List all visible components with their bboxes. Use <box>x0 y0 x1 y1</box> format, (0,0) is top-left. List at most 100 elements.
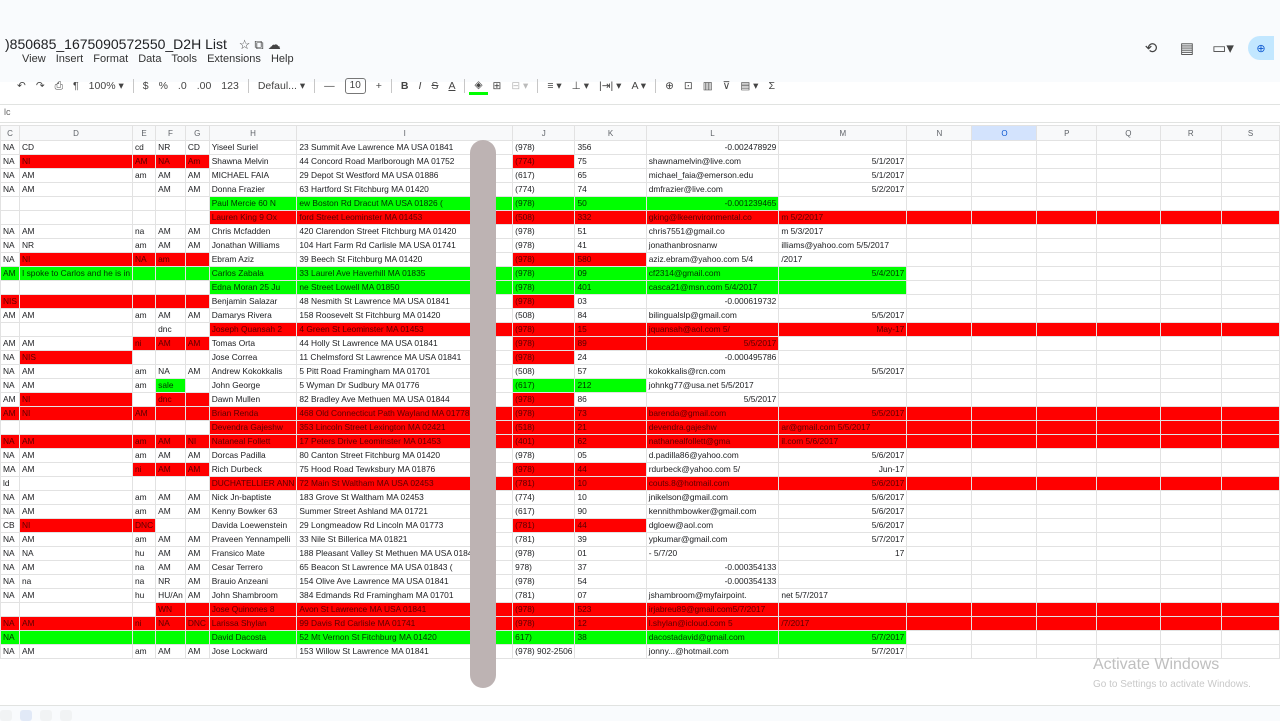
cell-h[interactable]: Nataneal Follett <box>208 434 298 449</box>
cell-g[interactable] <box>184 196 210 211</box>
cell-m[interactable]: /7/2017 <box>778 616 908 631</box>
meet-icon[interactable]: ▭▾ <box>1212 37 1234 59</box>
cell-r[interactable] <box>1159 308 1222 323</box>
cell-s[interactable] <box>1221 644 1280 659</box>
cell-e[interactable]: am <box>131 238 157 253</box>
decrease-decimal-button[interactable]: .0 <box>173 76 192 96</box>
cell-h[interactable]: Donna Frazier <box>208 182 298 197</box>
cell-m[interactable] <box>778 392 908 407</box>
cell-m[interactable] <box>778 574 908 589</box>
cell-m[interactable]: m 5/2/2017 <box>778 210 908 225</box>
cell-j[interactable]: (781) <box>512 476 576 491</box>
cell-c[interactable]: NA <box>0 224 20 239</box>
cell-j[interactable]: 978) <box>512 560 576 575</box>
cell-o[interactable] <box>971 182 1038 197</box>
cell-k[interactable]: 90 <box>574 504 647 519</box>
cell-o[interactable] <box>971 504 1038 519</box>
cell-g[interactable]: AM <box>184 448 210 463</box>
cell-o[interactable] <box>971 630 1038 645</box>
cell-o[interactable] <box>971 518 1038 533</box>
cell-n[interactable] <box>906 476 973 491</box>
cell-f[interactable]: AM <box>155 168 186 183</box>
cell-p[interactable] <box>1036 294 1098 309</box>
cell-r[interactable] <box>1159 588 1222 603</box>
menu-extensions[interactable]: Extensions <box>207 53 261 65</box>
cell-q[interactable] <box>1096 434 1161 449</box>
cell-h[interactable]: Kenny Bowker 63 <box>208 504 298 519</box>
font-select[interactable]: Defaul... ▾ <box>253 76 310 96</box>
cell-r[interactable] <box>1159 434 1222 449</box>
cell-h[interactable]: Jose Lockward <box>208 644 298 659</box>
cell-r[interactable] <box>1159 532 1222 547</box>
cell-e[interactable]: na <box>131 574 157 589</box>
cell-s[interactable] <box>1221 252 1280 267</box>
cell-r[interactable] <box>1159 154 1222 169</box>
cell-l[interactable]: jonathanbrosnanw <box>645 238 780 253</box>
cell-n[interactable] <box>906 224 973 239</box>
cell-k[interactable]: 09 <box>574 266 647 281</box>
cell-j[interactable]: (774) <box>512 154 576 169</box>
cell-f[interactable] <box>155 280 186 295</box>
cell-r[interactable] <box>1159 210 1222 225</box>
cell-l[interactable]: gking@lkeenvironmental.co <box>645 210 780 225</box>
cell-f[interactable]: AM <box>155 644 186 659</box>
cell-s[interactable] <box>1221 238 1280 253</box>
cell-p[interactable] <box>1036 210 1098 225</box>
cell-f[interactable]: AM <box>155 238 186 253</box>
cell-k[interactable]: 10 <box>574 490 647 505</box>
cell-e[interactable]: am <box>131 644 157 659</box>
cell-e[interactable] <box>131 350 157 365</box>
menu-help[interactable]: Help <box>271 53 294 65</box>
cell-j[interactable]: (518) <box>512 420 576 435</box>
cell-r[interactable] <box>1159 616 1222 631</box>
cell-n[interactable] <box>906 574 973 589</box>
cell-h[interactable]: Nick Jn-baptiste <box>208 490 298 505</box>
cloud-status-icon[interactable]: ☁ <box>268 37 285 52</box>
cell-l[interactable]: d.padilla86@yahoo.com <box>645 448 780 463</box>
cell-g[interactable] <box>184 322 210 337</box>
cell-e[interactable] <box>131 182 157 197</box>
cell-k[interactable]: 523 <box>574 602 647 617</box>
cell-s[interactable] <box>1221 364 1280 379</box>
cell-d[interactable]: AM <box>18 434 133 449</box>
column-header-s[interactable]: S <box>1221 125 1280 141</box>
cell-h[interactable]: MICHAEL FAIA <box>208 168 298 183</box>
move-icon[interactable]: ⧉ <box>254 37 267 52</box>
cell-q[interactable] <box>1096 560 1161 575</box>
spreadsheet-grid[interactable]: CDEFGHIJKLMNOPQRS NA CD cd NR CD Yiseel Surie… <box>0 125 1280 705</box>
cell-k[interactable]: 50 <box>574 196 647 211</box>
cell-q[interactable] <box>1096 364 1161 379</box>
cell-g[interactable]: AM <box>184 224 210 239</box>
cell-j[interactable]: (508) <box>512 364 576 379</box>
cell-l[interactable]: couts.8@hotmail.com <box>645 476 780 491</box>
cell-c[interactable]: NA <box>0 532 20 547</box>
cell-j[interactable]: (978) <box>512 392 576 407</box>
cell-d[interactable]: NI <box>18 518 133 533</box>
cell-r[interactable] <box>1159 280 1222 295</box>
cell-q[interactable] <box>1096 238 1161 253</box>
cell-f[interactable]: AM <box>155 224 186 239</box>
star-icon[interactable]: ☆ <box>239 37 255 52</box>
cell-h[interactable]: Damarys Rivera <box>208 308 298 323</box>
cell-k[interactable]: 24 <box>574 350 647 365</box>
cell-n[interactable] <box>906 252 973 267</box>
cell-j[interactable]: 617) <box>512 630 576 645</box>
cell-f[interactable]: dnc <box>155 392 186 407</box>
cell-m[interactable] <box>778 378 908 393</box>
sheet-tab[interactable] <box>20 710 32 721</box>
cell-c[interactable]: AM <box>0 266 20 281</box>
cell-h[interactable]: Dawn Mullen <box>208 392 298 407</box>
cell-h[interactable]: John George <box>208 378 298 393</box>
cell-c[interactable]: NA <box>0 378 20 393</box>
cell-l[interactable]: jshambroom@myfairpoint. <box>645 588 780 603</box>
cell-h[interactable]: Rich Durbeck <box>208 462 298 477</box>
cell-q[interactable] <box>1096 182 1161 197</box>
cell-d[interactable]: NI <box>18 406 133 421</box>
cell-f[interactable] <box>155 294 186 309</box>
cell-r[interactable] <box>1159 504 1222 519</box>
bold-button[interactable]: B <box>396 76 414 96</box>
cell-q[interactable] <box>1096 322 1161 337</box>
cell-m[interactable] <box>778 280 908 295</box>
cell-m[interactable]: illiams@yahoo.com 5/5/2017 <box>778 238 908 253</box>
cell-j[interactable]: (978) <box>512 406 576 421</box>
